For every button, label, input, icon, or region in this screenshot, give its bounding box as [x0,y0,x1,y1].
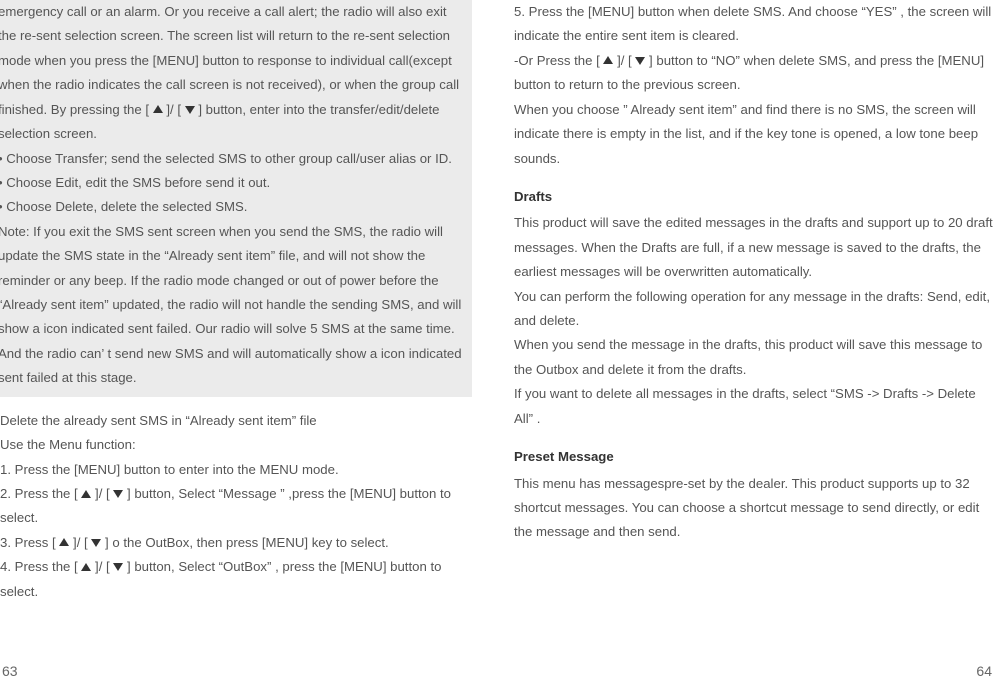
left-page: emergency call or an alarm. Or you recei… [0,0,500,691]
note: Note: If you exit the SMS sent screen wh… [0,220,468,391]
drafts-p1: This product will save the edited messag… [514,211,994,284]
right-page: 5. Press the [MENU] button when delete S… [500,0,1000,691]
preset-message-heading: Preset Message [514,445,994,469]
step-5: 5. Press the [MENU] button when delete S… [514,0,994,49]
down-arrow-icon [91,539,101,547]
drafts-p3: When you send the message in the drafts,… [514,333,994,382]
up-arrow-icon [59,538,69,546]
step-2-text-a: 2. Press the [ [0,486,81,501]
down-arrow-icon [113,490,123,498]
step-3-text-a: 3. Press [ [0,535,59,550]
bullet-delete: • Choose Delete, delete the selected SMS… [0,195,468,219]
step-5b-text-b: ]/ [ [613,53,635,68]
paragraph: emergency call or an alarm. Or you recei… [0,0,468,147]
step-3-text-c: ] o the OutBox, then press [MENU] key to… [101,535,388,550]
drafts-p2: You can perform the following operation … [514,285,994,334]
bullet-edit: • Choose Edit, edit the SMS before send … [0,171,468,195]
up-arrow-icon [81,490,91,498]
step-4: 4. Press the [ ]/ [ ] button, Select “Ou… [0,555,472,604]
use-menu-label: Use the Menu function: [0,433,472,457]
drafts-p4: If you want to delete all messages in th… [514,382,994,431]
highlight-block: emergency call or an alarm. Or you recei… [0,0,472,397]
step-3: 3. Press [ ]/ [ ] o the OutBox, then pre… [0,531,472,555]
step-5-note: When you choose ” Already sent item” and… [514,98,994,171]
drafts-heading: Drafts [514,185,994,209]
step-5b-text-a: -Or Press the [ [514,53,603,68]
manual-spread: emergency call or an alarm. Or you recei… [0,0,1000,691]
bullet-transfer: • Choose Transfer; send the selected SMS… [0,147,468,171]
step-4-text-a: 4. Press the [ [0,559,81,574]
up-arrow-icon [603,56,613,64]
step-2: 2. Press the [ ]/ [ ] button, Select “Me… [0,482,472,531]
page-number-left: 63 [2,659,18,685]
page-number-right: 64 [976,659,992,685]
preset-message-p: This menu has messagespre-set by the dea… [514,472,994,545]
up-arrow-icon [81,563,91,571]
step-3-text-b: ]/ [ [69,535,91,550]
subheading-delete-sent: Delete the already sent SMS in “Already … [0,409,472,433]
step-5-or: -Or Press the [ ]/ [ ] button to “NO” wh… [514,49,994,98]
step-4-text-b: ]/ [ [91,559,113,574]
step-1: 1. Press the [MENU] button to enter into… [0,458,472,482]
step-2-text-b: ]/ [ [91,486,113,501]
down-arrow-icon [635,57,645,65]
down-arrow-icon [113,563,123,571]
